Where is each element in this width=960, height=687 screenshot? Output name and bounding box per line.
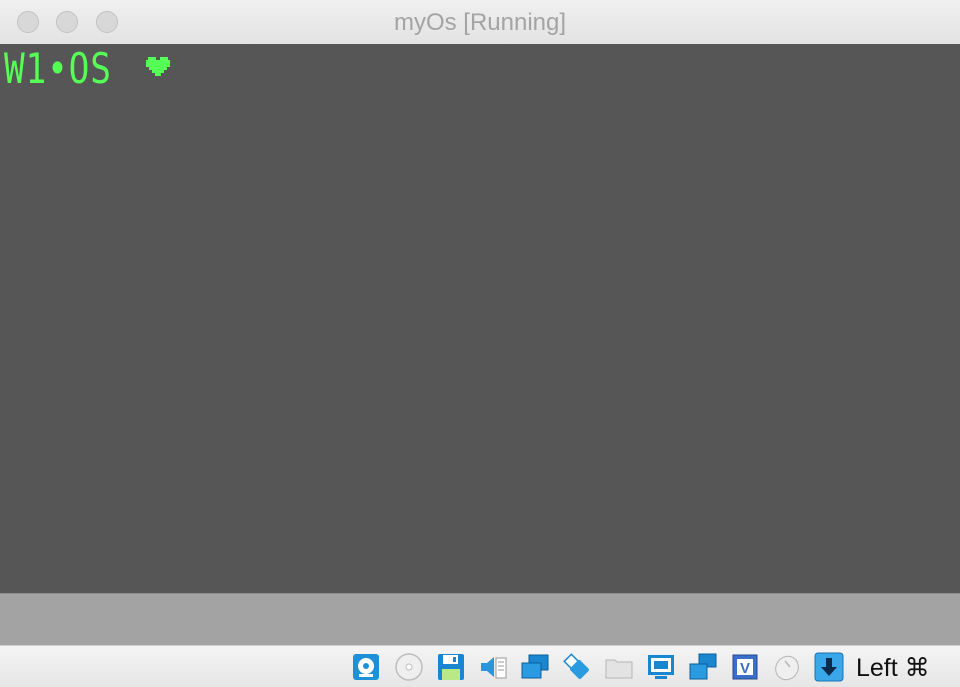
usb-icon[interactable]	[562, 652, 592, 682]
network-icon[interactable]	[520, 652, 550, 682]
svg-text:V: V	[740, 660, 750, 677]
cpu-virtualization-icon[interactable]: V	[730, 652, 760, 682]
window-title: myOs [Running]	[393, 9, 567, 36]
console-text: W1•OS	[4, 44, 112, 93]
vm-screen[interactable]: W1•OS	[0, 44, 960, 593]
recording-icon[interactable]	[688, 652, 718, 682]
hard-disk-icon[interactable]	[351, 652, 381, 682]
keyboard-capture-icon[interactable]	[814, 652, 844, 682]
status-spacer	[0, 593, 960, 645]
floppy-drive-icon[interactable]	[436, 652, 466, 682]
display-icon[interactable]	[646, 652, 676, 682]
title-bar[interactable]: myOs [Running]	[0, 0, 960, 45]
shared-folders-icon[interactable]	[604, 652, 634, 682]
audio-icon[interactable]	[478, 652, 508, 682]
status-bar: V Left ⌘	[0, 645, 960, 687]
mouse-integration-icon[interactable]	[772, 652, 802, 682]
host-key-label: Left ⌘	[856, 654, 930, 682]
heart-icon	[146, 57, 170, 76]
optical-drive-icon[interactable]	[394, 652, 424, 682]
